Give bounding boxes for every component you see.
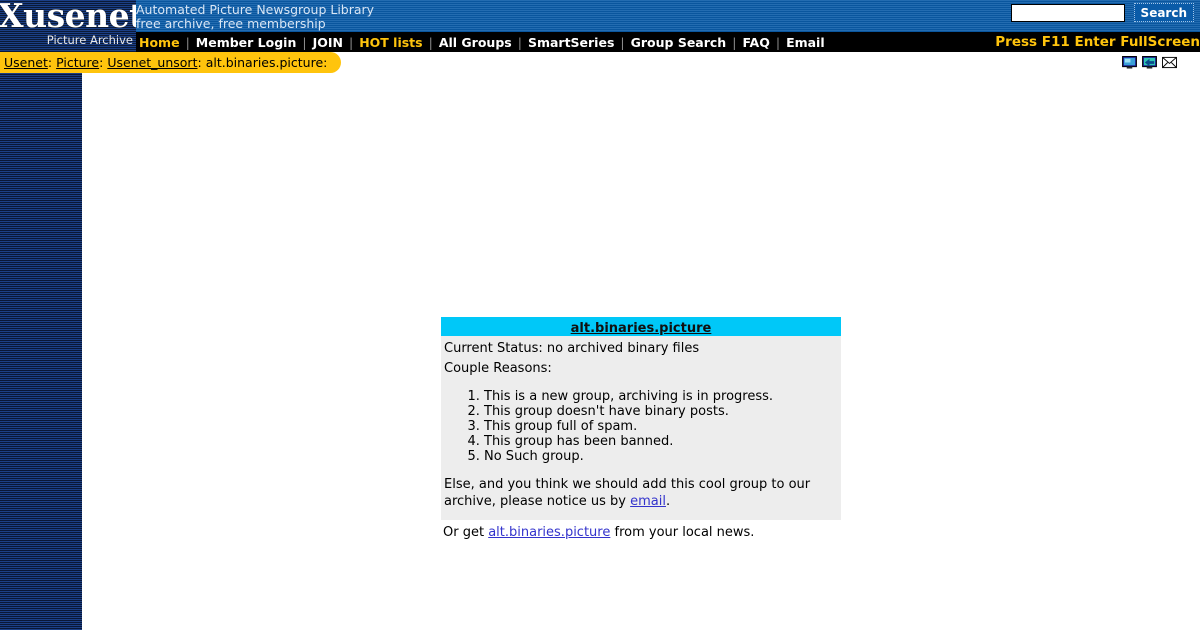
- nav-item-smartseries[interactable]: SmartSeries: [522, 35, 620, 50]
- reason-item: This group full of spam.: [484, 419, 840, 434]
- local-news-text-after: from your local news.: [610, 525, 755, 540]
- local-news-paragraph: Or get alt.binaries.picture from your lo…: [441, 520, 841, 541]
- contact-text-before: Else, and you think we should add this c…: [444, 477, 811, 509]
- nav-item-hot-lists[interactable]: HOT lists: [353, 35, 428, 50]
- tagline-line-2: free archive, free membership: [136, 16, 326, 31]
- nav-item-join[interactable]: JOIN: [307, 35, 349, 50]
- breadcrumb-item-picture[interactable]: Picture: [56, 55, 99, 70]
- fullscreen-hint: Press F11 Enter FullScreen: [995, 34, 1200, 50]
- nav-item-email[interactable]: Email: [780, 35, 831, 50]
- nav-item-member-login[interactable]: Member Login: [190, 35, 303, 50]
- breadcrumb: Usenet: Picture: Usenet_unsort: alt.bina…: [0, 52, 342, 73]
- nav-links-container: Home | Member Login | JOIN | HOT lists | All Gro…: [133, 32, 831, 52]
- site-header: Automated Picture Newsgroup Library free…: [0, 0, 1200, 32]
- email-link[interactable]: email: [630, 494, 666, 509]
- sidebar-panel: [0, 73, 82, 630]
- reasons-list: This is a new group, archiving is in pro…: [442, 389, 840, 464]
- breadcrumb-separator: :: [47, 55, 53, 70]
- envelope-icon[interactable]: [1162, 56, 1177, 69]
- reason-item: No Such group.: [484, 449, 840, 464]
- logo-subtitle: Picture Archive: [46, 33, 133, 47]
- reason-item: This group doesn't have binary posts.: [484, 404, 840, 419]
- reason-item: This is a new group, archiving is in pro…: [484, 389, 840, 404]
- group-title-link[interactable]: alt.binaries.picture: [571, 321, 712, 336]
- search-button[interactable]: Search: [1133, 3, 1194, 22]
- logo-wordmark: Xusenet: [0, 0, 136, 35]
- local-news-text-before: Or get: [443, 525, 489, 540]
- monitor-icon[interactable]: [1122, 56, 1137, 69]
- corner-icon-group: [1122, 56, 1177, 69]
- breadcrumb-separator: :: [99, 55, 104, 70]
- monitor-refresh-icon[interactable]: [1142, 56, 1157, 69]
- search-input[interactable]: [1010, 3, 1125, 22]
- group-info-box: alt.binaries.picture Current Status: no …: [441, 317, 841, 541]
- breadcrumb-item-usenet-unsort[interactable]: Usenet_unsort: [107, 55, 197, 70]
- status-line: Current Status: no archived binary files: [444, 341, 700, 356]
- tagline-line-1: Automated Picture Newsgroup Library: [136, 2, 375, 17]
- main-navigation: Home | Member Login | JOIN | HOT lists | All Gro…: [0, 32, 1200, 52]
- group-info-panel: Current Status: no archived binary files…: [441, 336, 841, 520]
- breadcrumb-item-usenet[interactable]: Usenet: [4, 55, 48, 70]
- breadcrumb-item-alt-binaries-picture: alt.binaries.picture: [205, 55, 324, 70]
- contact-text-after: .: [665, 494, 671, 509]
- nav-item-all-groups[interactable]: All Groups: [433, 35, 518, 50]
- nav-item-faq[interactable]: FAQ: [736, 35, 775, 50]
- group-title-bar: alt.binaries.picture: [441, 317, 841, 336]
- nav-item-group-search[interactable]: Group Search: [625, 35, 733, 50]
- breadcrumb-separator: :: [197, 55, 202, 70]
- search-form: Search: [1010, 3, 1200, 22]
- reason-item: This group has been banned.: [484, 434, 840, 449]
- contact-paragraph: Else, and you think we should add this c…: [442, 476, 840, 510]
- reasons-heading: Couple Reasons:: [444, 361, 552, 376]
- breadcrumb-separator: :: [323, 55, 328, 70]
- nav-item-home[interactable]: Home: [133, 35, 186, 50]
- site-logo[interactable]: Xusenet Picture Archive: [0, 0, 136, 52]
- local-news-group-link[interactable]: alt.binaries.picture: [488, 525, 610, 540]
